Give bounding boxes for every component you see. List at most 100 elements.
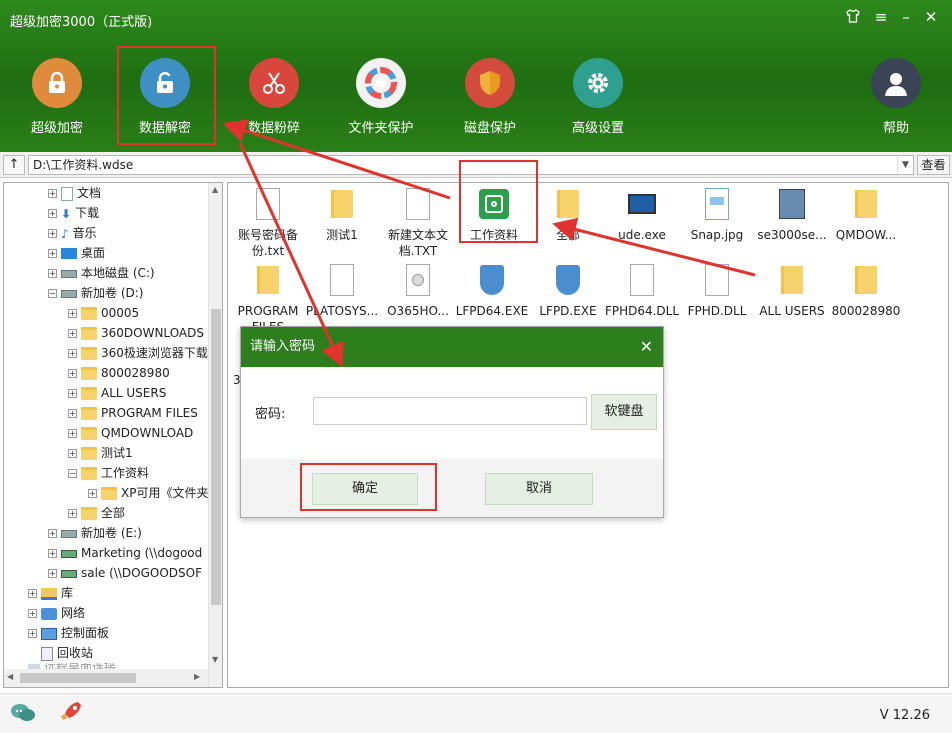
view-button[interactable]: 查看 [917,155,950,175]
tree-item[interactable]: + ♪ 音乐 [48,223,97,243]
toolbar-encrypt-label: 超级加密 [30,121,83,136]
file-item[interactable]: LFPD64.EXE [454,263,530,319]
file-item[interactable]: se3000se... [754,187,830,243]
tree-item[interactable]: + 本地磁盘 (C:) [48,263,155,283]
tree-item[interactable]: + 桌面 [48,243,105,263]
folder-icon [855,190,877,218]
toolbar-folder-protect-button[interactable]: 文件夹保护 [331,58,431,136]
scroll-thumb[interactable] [211,309,221,605]
scroll-down-icon[interactable]: ▼ [212,655,218,664]
tree-item[interactable]: + QMDOWNLOAD [68,423,193,443]
file-item[interactable]: 800028980 [828,263,904,319]
tree-item[interactable]: + 文档 [48,183,101,203]
tree-horizontal-scrollbar[interactable]: ◀ ▶ [4,669,208,687]
toolbar-shred-button[interactable]: 数据粉碎 [224,58,324,136]
tree-item[interactable]: + 控制面板 [28,623,109,643]
scroll-up-icon[interactable]: ▲ [212,185,218,194]
drive-icon [61,289,77,298]
chevron-down-icon[interactable]: ▼ [897,156,913,174]
tree-item[interactable]: + ⬇ 下载 [48,203,99,223]
skin-icon[interactable] [842,8,864,28]
file-item[interactable]: QMDOW... [828,187,904,243]
exe-icon [556,265,580,295]
tree-item[interactable]: + XP可用《文件夹 [88,483,208,503]
hscroll-thumb[interactable] [20,673,136,683]
menu-icon[interactable]: ≡ [870,8,892,26]
scroll-right-icon[interactable]: ▶ [194,672,200,681]
folder-icon [81,327,97,340]
exe-icon [480,265,504,295]
cancel-button[interactable]: 取消 [485,473,593,505]
file-item[interactable]: O365HO... [380,263,456,319]
folder-icon [257,266,279,294]
file-item[interactable]: FPHD64.DLL [604,263,680,319]
file-item[interactable]: 全部 [530,187,606,243]
document-icon [61,186,73,201]
folder-icon [557,190,579,218]
chat-icon[interactable] [10,702,36,727]
folder-icon [81,407,97,420]
tree-item[interactable]: +00005 [68,303,139,323]
tree-item[interactable]: +360极速浏览器下载 [68,343,208,363]
work-folder-highlight-box [459,160,538,243]
installer-icon [779,189,805,219]
tree-item[interactable]: + 库 [28,583,73,603]
tree-item[interactable]: − 新加卷 (D:) [48,283,143,303]
file-item[interactable]: ALL USERS [754,263,830,319]
toolbar-shred-label: 数据粉碎 [247,121,300,136]
control-panel-icon [41,627,57,640]
computer-icon [628,194,656,214]
tree-item[interactable]: + sale (\\DOGOODSOF [48,563,202,583]
tree-item[interactable]: + Marketing (\\dogood [48,543,202,563]
tree-item[interactable]: 回收站 [41,643,93,663]
dll-icon [630,264,654,296]
text-file-icon [406,188,430,220]
tree-item[interactable]: + 全部 [68,503,125,523]
dialog-close-icon[interactable]: ✕ [640,327,653,367]
file-item[interactable]: PROGRAM FILES [230,263,306,335]
toolbar-folder-protect-label: 文件夹保护 [348,121,414,136]
file-item[interactable]: LFPD.EXE [530,263,606,319]
app-title: 超级加密3000（正式版) [10,15,153,30]
tree-item[interactable]: + ALL USERS [68,383,166,403]
scroll-left-icon[interactable]: ◀ [7,672,13,681]
tree-item[interactable]: + 测试1 [68,443,133,463]
file-item[interactable]: 账号密码备份.txt [230,187,306,259]
tree-vertical-scrollbar[interactable]: ▲ ▼ [208,183,222,687]
disc-file-icon [406,264,430,296]
shield-icon [465,58,515,108]
folder-icon [331,190,353,218]
file-item[interactable]: Snap.jpg [679,187,755,243]
folder-tree[interactable]: + 文档 + ⬇ 下载 + ♪ 音乐 + 桌面 + 本地磁盘 (C:) − 新加卷 (D:) +… [3,182,223,688]
version-label: V 12.26 [879,708,930,723]
folder-icon [81,507,97,520]
tree-item[interactable]: + 网络 [28,603,85,623]
tree-item[interactable]: + 新加卷 (E:) [48,523,142,543]
file-item[interactable]: FPHD.DLL [679,263,755,319]
minimize-icon[interactable]: – [895,8,917,26]
network-drive-icon [61,549,77,558]
tree-item[interactable]: +360DOWNLOADS [68,323,204,343]
up-button[interactable]: ↑ [3,155,25,175]
toolbar-encrypt-button[interactable]: 超级加密 [7,58,107,136]
password-input[interactable] [313,397,587,425]
dialog-body: 密码: 软键盘 [241,367,663,459]
dialog-title: 请输入密码 [250,339,316,354]
text-file-icon [256,188,280,220]
file-item[interactable]: 新建文本文档.TXT [380,187,456,259]
tree-item[interactable]: + PROGRAM FILES [68,403,198,423]
system-file-icon [330,264,354,296]
soft-keyboard-button[interactable]: 软键盘 [591,394,657,430]
file-item[interactable]: 测试1 [304,187,380,243]
drive-icon [61,269,77,278]
toolbar-help-button[interactable]: 帮助 [846,58,946,136]
tree-item[interactable]: − 工作资料 [68,463,149,483]
tree-item[interactable]: +800028980 [68,363,170,383]
toolbar-settings-button[interactable]: 高级设置 [548,58,648,136]
toolbar-disk-protect-button[interactable]: 磁盘保护 [440,58,540,136]
folder-icon [81,467,97,480]
file-item[interactable]: PLATOSYS... [304,263,380,319]
rocket-icon[interactable] [58,699,84,728]
close-icon[interactable]: ✕ [920,8,942,26]
file-item[interactable]: ude.exe [604,187,680,243]
